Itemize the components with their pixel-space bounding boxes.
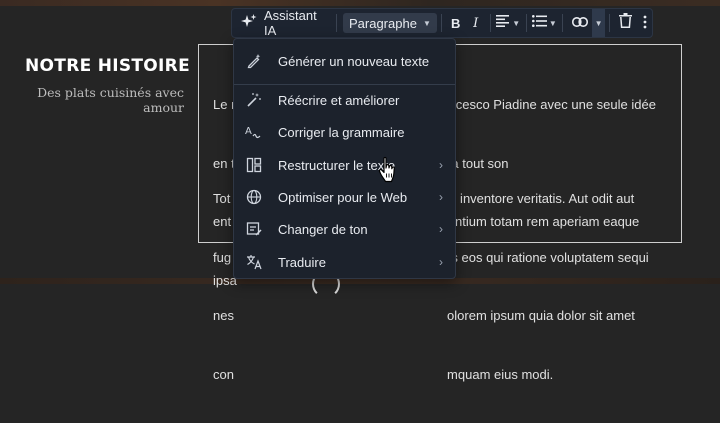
menu-item-label: Générer un nouveau texte (278, 53, 430, 69)
link-options-dropdown[interactable]: ▼ (592, 9, 605, 37)
globe-icon (244, 189, 264, 205)
menu-item-generate-text[interactable]: Générer un nouveau texte (234, 46, 455, 76)
pen-sparkle-icon (244, 53, 264, 69)
align-left-icon (496, 14, 510, 32)
tone-icon (244, 221, 264, 237)
menu-item-label: Traduire (278, 254, 326, 270)
menu-item-restructure-text[interactable]: Restructurer le texte › (234, 150, 455, 180)
paragraph-line: con mquam eius modi. (213, 366, 554, 382)
delete-button[interactable] (614, 9, 638, 37)
chevron-down-icon: ▼ (422, 18, 431, 28)
italic-button[interactable]: I (466, 9, 486, 37)
more-vertical-icon (643, 15, 647, 32)
text-formatting-toolbar: Assistant IA Paragraphe ▼ B I ▼ ▼ ▼ (231, 8, 653, 38)
list-dropdown[interactable]: ▼ (531, 9, 558, 37)
section-title: NOTRE HISTOIRE (25, 56, 190, 76)
menu-item-fix-grammar[interactable]: A Corriger la grammaire (234, 117, 455, 147)
menu-item-change-tone[interactable]: Changer de ton › (234, 214, 455, 244)
magic-wand-icon (244, 92, 264, 108)
menu-item-label: Corriger la grammaire (278, 124, 405, 140)
menu-item-optimize-web[interactable]: Optimiser pour le Web › (234, 182, 455, 212)
chevron-right-icon: › (439, 222, 443, 236)
italic-icon: I (473, 15, 479, 31)
bold-button[interactable]: B (446, 9, 466, 37)
toolbar-divider (336, 14, 337, 32)
more-options-button[interactable] (637, 9, 652, 37)
toolbar-divider (561, 14, 563, 32)
chevron-down-icon: ▼ (512, 18, 521, 28)
chevron-right-icon: › (439, 190, 443, 204)
bold-icon: B (451, 15, 461, 31)
toolbar-divider (608, 14, 610, 32)
menu-item-label: Optimiser pour le Web (278, 189, 408, 205)
layout-icon (244, 157, 264, 173)
toolbar-divider (440, 14, 442, 32)
toolbar-divider (525, 14, 527, 32)
paragraph-format-select[interactable]: Paragraphe ▼ (342, 13, 437, 33)
chevron-down-icon: ▼ (594, 18, 603, 28)
assistant-ia-label: Assistant IA (264, 8, 317, 38)
menu-item-label: Changer de ton (278, 221, 368, 237)
section-subtitle: Des plats cuisinés avec amour (37, 85, 184, 115)
background-image-strip-top (0, 0, 720, 6)
toolbar-divider (489, 14, 491, 32)
menu-item-rewrite-improve[interactable]: Réécrire et améliorer (234, 85, 455, 115)
bulleted-list-icon (531, 14, 547, 32)
assistant-ia-button[interactable]: Assistant IA (232, 8, 332, 38)
menu-item-label: Réécrire et améliorer (278, 92, 400, 108)
chevron-down-icon: ▼ (548, 18, 557, 28)
paragraph-format-value: Paragraphe (348, 15, 417, 31)
spellcheck-icon: A (244, 124, 264, 140)
hand-pointer-cursor-icon (378, 156, 400, 184)
alignment-dropdown[interactable]: ▼ (495, 9, 522, 37)
link-button[interactable] (567, 9, 592, 37)
chevron-right-icon: › (439, 158, 443, 172)
paragraph-line: nes olorem ipsum quia dolor sit amet (213, 308, 635, 323)
chevron-right-icon: › (439, 255, 443, 269)
assistant-ia-menu: Générer un nouveau texte Réécrire et amé… (233, 38, 456, 279)
menu-item-translate[interactable]: Traduire › (234, 247, 455, 277)
trash-icon (619, 13, 633, 33)
link-icon (571, 14, 588, 32)
svg-text:A: A (245, 126, 252, 137)
translate-icon (244, 254, 264, 270)
sparkle-icon (240, 13, 258, 34)
